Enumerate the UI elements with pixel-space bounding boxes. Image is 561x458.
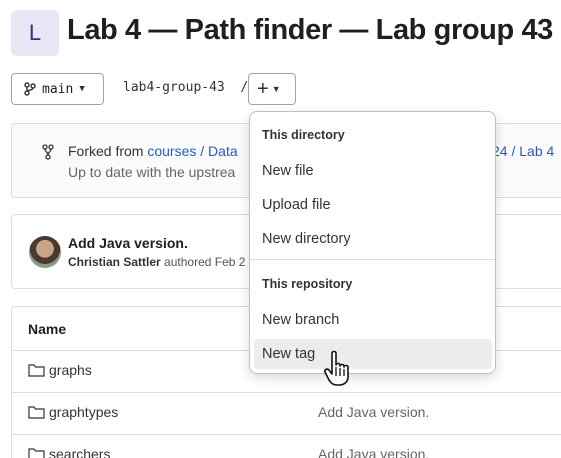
commit-title[interactable]: Add Java version. xyxy=(68,235,188,251)
chevron-down-icon: ▼ xyxy=(79,84,85,94)
dropdown-section-header: This repository xyxy=(262,277,353,291)
breadcrumb: lab4-group-43 / xyxy=(123,80,248,95)
file-name[interactable]: searchers xyxy=(49,446,110,458)
menu-item-new-tag[interactable]: New tag xyxy=(254,339,492,369)
menu-item-new-file[interactable]: New file xyxy=(254,156,492,186)
branch-selector[interactable]: main ▼ xyxy=(11,73,104,105)
avatar[interactable] xyxy=(29,236,61,268)
chevron-down-icon: ▼ xyxy=(271,84,281,94)
dropdown-divider xyxy=(250,259,495,260)
fork-source: Forked from courses / Data xyxy=(68,143,238,159)
add-dropdown-menu: This directory New file Upload file New … xyxy=(249,111,496,374)
fork-icon xyxy=(42,144,54,160)
menu-item-upload-file[interactable]: Upload file xyxy=(254,190,492,220)
folder-icon xyxy=(28,406,45,419)
page-title: Lab 4 — Path finder — Lab group 43 xyxy=(67,14,553,46)
breadcrumb-repo[interactable]: lab4-group-43 xyxy=(123,80,225,95)
branch-name: main xyxy=(42,81,74,97)
branch-icon xyxy=(24,82,36,96)
folder-icon xyxy=(28,364,45,377)
file-name[interactable]: graphtypes xyxy=(49,404,118,420)
commit-meta: Christian Sattler authored Feb 2 xyxy=(68,255,246,269)
commit-author[interactable]: Christian Sattler xyxy=(68,255,161,269)
add-to-tree-button[interactable]: + ▼ xyxy=(248,73,296,105)
fork-status: Up to date with the upstrea xyxy=(68,164,236,180)
fork-source-link[interactable]: courses / Data xyxy=(147,143,237,159)
fork-source-link-tail[interactable]: 24 / Lab 4 xyxy=(492,143,554,159)
hand-cursor-icon xyxy=(324,350,349,386)
table-row[interactable]: searchers xyxy=(28,446,110,458)
plus-icon: + xyxy=(257,78,269,100)
table-row[interactable]: graphtypes xyxy=(28,404,118,420)
project-avatar[interactable]: L xyxy=(11,10,59,56)
commit-message[interactable]: Add Java version. xyxy=(318,404,429,420)
folder-icon xyxy=(28,448,45,458)
table-row[interactable]: graphs xyxy=(28,362,92,378)
name-column-header: Name xyxy=(28,321,67,337)
menu-item-new-directory[interactable]: New directory xyxy=(254,224,492,254)
dropdown-section-header: This directory xyxy=(262,128,345,142)
menu-item-new-branch[interactable]: New branch xyxy=(254,305,492,335)
file-name[interactable]: graphs xyxy=(49,362,92,378)
commit-message[interactable]: Add Java version. xyxy=(318,446,429,458)
